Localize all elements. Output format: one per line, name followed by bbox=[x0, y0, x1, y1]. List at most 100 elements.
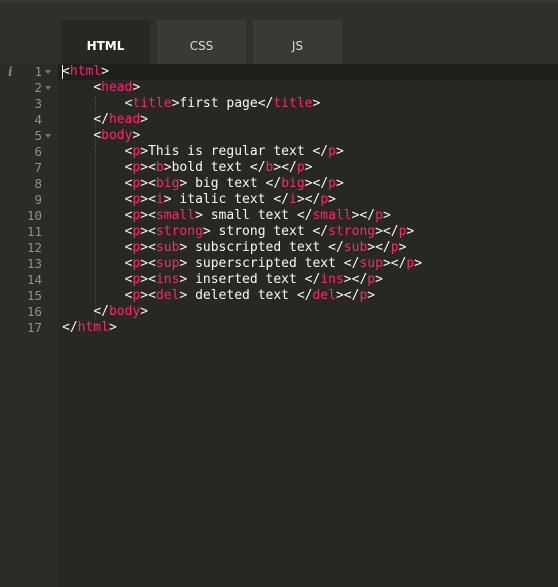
code-line[interactable]: </head> bbox=[62, 112, 422, 128]
code-text: ></ bbox=[367, 240, 391, 255]
code-text: </ bbox=[273, 192, 289, 207]
code-line[interactable]: <p><big> big text </big></p> bbox=[62, 176, 422, 192]
fold-arrow-icon[interactable] bbox=[45, 70, 51, 74]
code-text: > bbox=[398, 240, 407, 255]
code-tag-name: sup bbox=[359, 256, 383, 271]
code-text: This is regular text bbox=[148, 144, 313, 159]
code-tag-name: head bbox=[108, 112, 141, 127]
code-text: < bbox=[93, 80, 102, 95]
code-text: > bbox=[132, 128, 141, 143]
code-line[interactable]: <p><small> small text </small></p> bbox=[62, 208, 422, 224]
code-tag-name: ins bbox=[155, 272, 180, 287]
code-line[interactable]: <p><sup> superscripted text </sup></p> bbox=[62, 256, 422, 272]
line-number: 2 bbox=[34, 80, 42, 95]
code-text: </ bbox=[328, 240, 344, 255]
fold-arrow-icon[interactable] bbox=[45, 86, 51, 90]
code-text: subscripted text bbox=[187, 240, 329, 255]
code-tag-name: ins bbox=[320, 272, 344, 287]
line-number: 11 bbox=[26, 224, 42, 239]
code-text: > bbox=[375, 272, 383, 287]
code-text: ></ bbox=[375, 224, 399, 239]
code-line[interactable]: <title>first page</title> bbox=[62, 96, 422, 112]
code-line[interactable]: <p><del> deleted text </del></p> bbox=[62, 288, 422, 304]
code-tag-name: del bbox=[312, 288, 336, 303]
code-text: >< bbox=[140, 256, 156, 271]
line-number-gutter: i 1 2 3 4 5 6 7 8 9 10 11 12 13 14 15 16 17 bbox=[0, 64, 58, 587]
line-number: 8 bbox=[34, 176, 42, 191]
code-text: </ bbox=[93, 112, 109, 127]
code-text: </ bbox=[249, 160, 266, 175]
code-text: italic text bbox=[171, 192, 274, 207]
code-content[interactable]: <html> <head> <title>first page</title> … bbox=[62, 64, 422, 336]
code-line[interactable]: <html> bbox=[62, 64, 422, 80]
code-text: > bbox=[414, 256, 423, 271]
text-cursor bbox=[62, 65, 63, 79]
code-text: ></ bbox=[335, 288, 360, 303]
code-text: </ bbox=[343, 256, 360, 271]
line-number: 6 bbox=[34, 144, 42, 159]
code-tag-name: p bbox=[320, 192, 329, 207]
code-line[interactable]: <p><sub> subscripted text </sub></p> bbox=[62, 240, 422, 256]
code-text: > bbox=[132, 80, 141, 95]
line-number: 1 bbox=[34, 64, 42, 79]
tab-css[interactable]: CSS bbox=[157, 20, 246, 66]
line-number: 3 bbox=[34, 96, 42, 111]
code-text: > bbox=[195, 208, 203, 223]
code-line[interactable]: <p><ins> inserted text </ins></p> bbox=[62, 272, 422, 288]
code-text: ></ bbox=[351, 208, 376, 223]
code-text: > bbox=[140, 304, 149, 319]
info-icon[interactable]: i bbox=[8, 64, 16, 80]
code-area[interactable]: <html> <head> <title>first page</title> … bbox=[58, 64, 558, 587]
line-number: 10 bbox=[26, 208, 42, 223]
code-tag-name: strong bbox=[328, 224, 376, 239]
code-text: >< bbox=[140, 288, 156, 303]
code-text: </ bbox=[296, 208, 313, 223]
tab-js[interactable]: JS bbox=[253, 20, 342, 66]
code-text: </ bbox=[93, 304, 109, 319]
code-line[interactable]: <p><b>bold text </b></p> bbox=[62, 160, 422, 176]
code-tag-name: del bbox=[155, 288, 180, 303]
code-line[interactable]: </body> bbox=[62, 304, 422, 320]
code-text: ></ bbox=[343, 272, 368, 287]
code-text: </ bbox=[304, 272, 321, 287]
line-number: 9 bbox=[34, 192, 42, 207]
code-line[interactable]: <p><strong> strong text </strong></p> bbox=[62, 224, 422, 240]
code-tag-name: p bbox=[367, 272, 376, 287]
code-line[interactable]: </html> bbox=[62, 320, 422, 336]
code-text: > bbox=[328, 192, 336, 207]
code-text: > bbox=[202, 224, 211, 239]
code-tag-name: body bbox=[101, 128, 133, 143]
code-text: > bbox=[367, 288, 376, 303]
code-text: >< bbox=[140, 240, 156, 255]
code-text: > bbox=[335, 176, 344, 191]
code-tag-name: sub bbox=[343, 240, 368, 255]
code-text: >< bbox=[140, 176, 156, 191]
code-text: </ bbox=[312, 224, 329, 239]
code-line[interactable]: <body> bbox=[62, 128, 422, 144]
line-number: 16 bbox=[26, 304, 42, 319]
code-text: > bbox=[163, 160, 172, 175]
line-number: 14 bbox=[26, 272, 42, 287]
code-tag-name: title bbox=[273, 96, 313, 111]
fold-arrow-icon[interactable] bbox=[45, 134, 51, 138]
code-text: > bbox=[163, 192, 172, 207]
code-line[interactable]: <head> bbox=[62, 80, 422, 96]
code-tag-name: b bbox=[155, 160, 164, 175]
code-text: > bbox=[140, 144, 149, 159]
code-text: >< bbox=[140, 192, 156, 207]
code-line[interactable]: <p><i> italic text </i></p> bbox=[62, 192, 422, 208]
code-text: > bbox=[312, 96, 321, 111]
code-line[interactable]: <p>This is regular text </p> bbox=[62, 144, 422, 160]
code-text: </ bbox=[296, 288, 313, 303]
code-text: < bbox=[93, 128, 102, 143]
tab-html[interactable]: HTML bbox=[61, 20, 150, 66]
code-text: > bbox=[382, 208, 391, 223]
code-text: big text bbox=[187, 176, 266, 191]
code-text: > bbox=[406, 224, 415, 239]
code-tag-name: p bbox=[296, 160, 305, 175]
